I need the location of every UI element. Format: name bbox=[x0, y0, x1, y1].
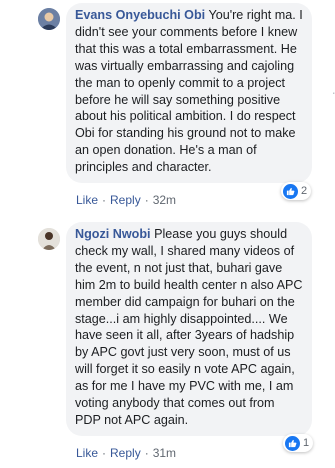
more-options-icon[interactable]: · bbox=[331, 84, 335, 100]
comment-timestamp[interactable]: 32m bbox=[153, 193, 176, 207]
comment-text: Please you guys should check my wall, I … bbox=[75, 227, 303, 427]
like-reaction-icon bbox=[283, 183, 298, 199]
separator: · bbox=[144, 446, 149, 460]
comment-bubble: Evans Onyebuchi Obi You're right ma. I d… bbox=[66, 3, 312, 183]
comment-author[interactable]: Evans Onyebuchi Obi bbox=[75, 8, 205, 22]
reaction-count: 1 bbox=[303, 437, 310, 449]
comment-actions: Like · Reply · 31m bbox=[76, 446, 176, 460]
reaction-count-badge[interactable]: 2 bbox=[281, 182, 312, 200]
separator: · bbox=[102, 446, 107, 460]
reply-button[interactable]: Reply bbox=[110, 446, 141, 460]
comment-timestamp[interactable]: 31m bbox=[153, 446, 176, 460]
like-reaction-icon bbox=[285, 435, 300, 451]
comment-text: You're right ma. I didn't see your comme… bbox=[75, 8, 303, 175]
separator: · bbox=[102, 193, 107, 207]
reaction-count-badge[interactable]: 1 bbox=[283, 434, 314, 452]
avatar[interactable] bbox=[38, 228, 60, 250]
profile-photo-icon bbox=[38, 8, 60, 30]
separator: · bbox=[144, 193, 149, 207]
reply-button[interactable]: Reply bbox=[110, 193, 141, 207]
like-button[interactable]: Like bbox=[76, 193, 98, 207]
comment-author[interactable]: Ngozi Nwobi bbox=[75, 227, 151, 241]
comment-actions: Like · Reply · 32m bbox=[76, 193, 176, 207]
profile-photo-icon bbox=[38, 228, 60, 250]
comment-bubble: Ngozi Nwobi Please you guys should check… bbox=[66, 222, 312, 436]
reaction-count: 2 bbox=[301, 185, 308, 197]
avatar[interactable] bbox=[38, 8, 60, 30]
like-button[interactable]: Like bbox=[76, 446, 98, 460]
